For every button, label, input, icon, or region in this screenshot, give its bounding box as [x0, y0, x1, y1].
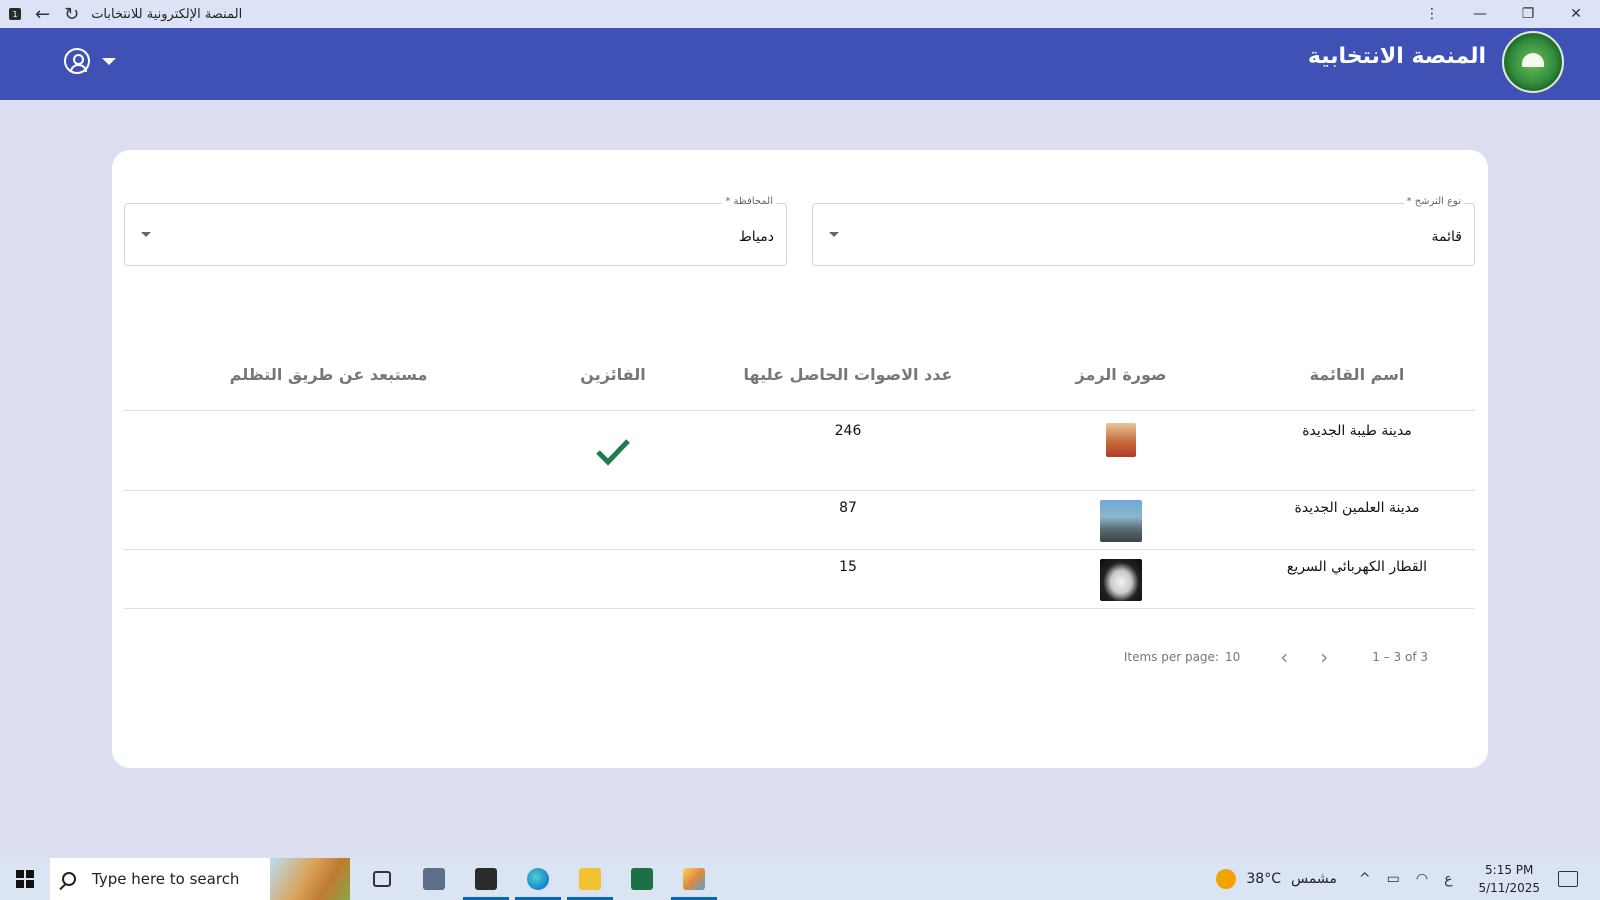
clock-date: 5/11/2025 [1478, 881, 1540, 895]
excluded-cell [124, 410, 533, 491]
back-icon[interactable]: ← [35, 4, 50, 25]
window-title: المنصة الإلكترونية للانتخابات [91, 6, 243, 22]
edge-browser-icon[interactable] [512, 858, 564, 900]
search-placeholder: Type here to search [92, 870, 240, 888]
clock[interactable]: 5:15 PM 5/11/2025 [1478, 861, 1540, 897]
window-titlebar: 1 ← ↻ المنصة الإلكترونية للانتخابات ⋮ — … [0, 0, 1600, 28]
table-header-row: اسم القائمة صورة الرمز عدد الاصوات الحاص… [124, 340, 1475, 411]
votes-cell: 87 [693, 490, 1003, 550]
task-view-icon[interactable] [356, 858, 408, 900]
governorate-value: دمياط [738, 229, 774, 245]
app-header: المنصة الانتخابية [0, 28, 1600, 100]
candidacy-type-select[interactable]: نوع الترشح * قائمة [812, 196, 1475, 266]
high-speed-train-symbol-image [1100, 558, 1142, 601]
weather-temp[interactable]: 38°C [1246, 871, 1281, 887]
windows-icon [16, 870, 34, 888]
logo-icon [1502, 31, 1564, 93]
alamein-city-symbol-image [1100, 499, 1142, 542]
dropdown-arrow-icon [829, 232, 839, 237]
paginator: Items per page: 10 ‹ › 1 – 3 of 3 [1124, 645, 1428, 669]
symbol-cell [1003, 549, 1239, 609]
reload-icon[interactable]: ↻ [64, 4, 79, 25]
close-icon[interactable]: ✕ [1552, 6, 1600, 22]
file-explorer-icon[interactable] [564, 858, 616, 900]
minimize-icon[interactable]: — [1456, 6, 1504, 22]
governorate-select[interactable]: المحافظة * دمياط [124, 196, 787, 266]
battery-icon[interactable]: ▭ [1387, 871, 1400, 887]
wifi-icon[interactable]: ◠ [1416, 871, 1428, 887]
items-per-page-label: Items per page: [1123, 650, 1219, 664]
col-header-excluded: مستبعد عن طريق التظلم [124, 340, 533, 411]
results-table: اسم القائمة صورة الرمز عدد الاصوات الحاص… [124, 340, 1475, 609]
list-name-cell: القطار الكهربائي السريع [1239, 549, 1475, 609]
notifications-icon[interactable] [1558, 871, 1578, 887]
votes-cell: 246 [693, 410, 1003, 491]
app-icon: 1 [9, 8, 21, 20]
list-name-cell: مدينة طيبة الجديدة [1239, 410, 1475, 491]
search-highlight-image [270, 858, 350, 900]
terminal-app-icon[interactable] [460, 858, 512, 900]
paint-icon[interactable] [668, 858, 720, 900]
next-page-icon[interactable]: › [1320, 645, 1328, 669]
table-row: القطار الكهربائي السريع 15 [124, 549, 1475, 609]
clock-time: 5:15 PM [1485, 863, 1534, 877]
weather-sun-icon [1216, 869, 1237, 889]
more-options-icon[interactable]: ⋮ [1408, 6, 1456, 22]
governorate-label: المحافظة * [722, 196, 776, 207]
taskbar-search-box[interactable]: Type here to search [50, 858, 350, 900]
symbol-cell [1003, 410, 1239, 491]
table-row: مدينة العلمين الجديدة 87 [124, 490, 1475, 550]
weather-text[interactable]: مشمس [1291, 871, 1337, 887]
dropdown-arrow-icon [141, 232, 151, 237]
winner-cell [533, 549, 693, 609]
calculator-icon[interactable] [408, 858, 460, 900]
col-header-votes: عدد الاصوات الحاصل عليها [693, 340, 1003, 411]
excel-icon[interactable] [616, 858, 668, 900]
table-row: مدينة طيبة الجديدة 246 [124, 410, 1475, 491]
account-icon [64, 48, 90, 74]
col-header-symbol: صورة الرمز [1003, 340, 1239, 411]
symbol-cell [1003, 490, 1239, 550]
winner-cell [533, 410, 693, 491]
excluded-cell [124, 490, 533, 550]
prev-page-icon[interactable]: ‹ [1280, 645, 1288, 669]
excluded-cell [124, 549, 533, 609]
votes-cell: 15 [693, 549, 1003, 609]
page-range-label: 1 – 3 of 3 [1372, 650, 1428, 664]
restore-icon[interactable]: ❐ [1504, 6, 1552, 22]
results-card: نوع الترشح * قائمة المحافظة * دمياط اسم … [112, 150, 1488, 768]
tray-chevron-icon[interactable]: ^ [1359, 871, 1371, 887]
search-icon [62, 872, 76, 886]
col-header-list-name: اسم القائمة [1239, 340, 1475, 411]
col-header-winners: الفائزين [533, 340, 693, 411]
list-name-cell: مدينة العلمين الجديدة [1239, 490, 1475, 550]
system-tray: 38°C مشمس ^ ▭ ◠ ع 5:15 PM 5/11/2025 [1216, 858, 1600, 900]
taiba-symbol-image [1106, 422, 1136, 457]
winner-cell [533, 490, 693, 550]
items-per-page-select[interactable]: 10 [1225, 650, 1240, 664]
brand-title: المنصة الانتخابية [1307, 44, 1486, 69]
candidacy-type-label: نوع الترشح * [1403, 196, 1464, 207]
taskbar: Type here to search 38°C مشمس ^ ▭ ◠ ع 5:… [0, 858, 1600, 900]
start-button[interactable] [0, 858, 50, 900]
caret-down-icon [102, 57, 116, 65]
language-indicator[interactable]: ع [1444, 871, 1452, 887]
user-menu-button[interactable] [64, 48, 116, 74]
check-icon [596, 438, 630, 466]
candidacy-type-value: قائمة [1431, 229, 1462, 245]
